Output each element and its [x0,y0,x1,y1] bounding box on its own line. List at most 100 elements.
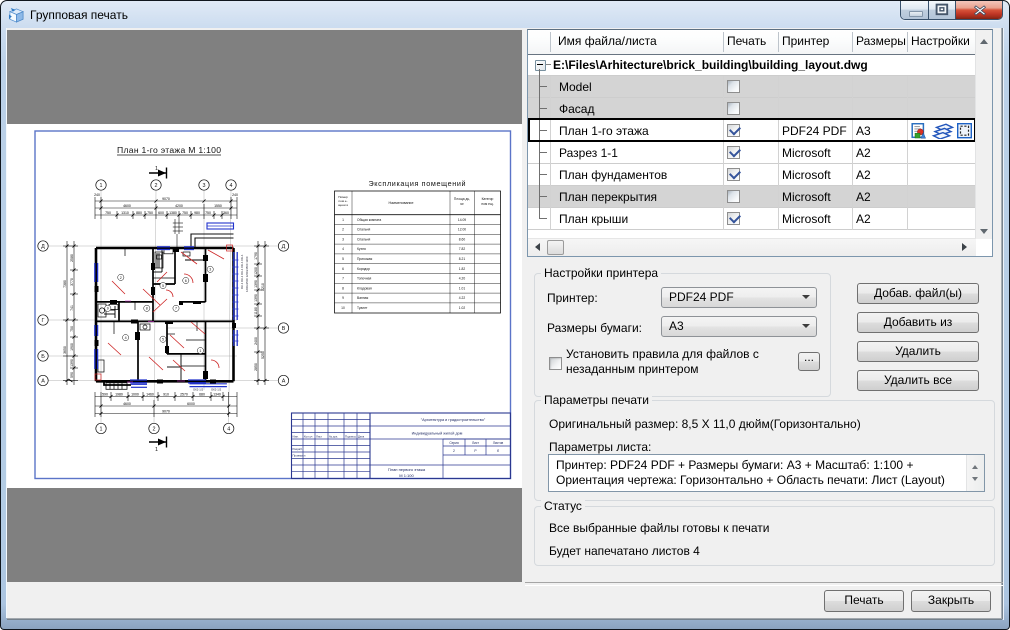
svg-text:1180: 1180 [254,307,258,315]
svg-text:1.02: 1.02 [459,306,466,310]
svg-text:1000: 1000 [131,393,139,397]
svg-text:6: 6 [185,279,187,283]
svg-text:9070: 9070 [162,197,170,201]
svg-text:1390: 1390 [254,294,258,302]
svg-text:12.00: 12.00 [458,228,466,232]
svg-text:1390: 1390 [254,280,258,288]
svg-text:Д: Д [282,244,286,250]
svg-text:4: 4 [342,247,344,251]
svg-text:741: 741 [70,305,74,311]
svg-text:9070: 9070 [162,410,170,414]
svg-text:7: 7 [342,277,344,281]
svg-text:Проверил: Проверил [293,454,306,458]
svg-text:240: 240 [232,193,238,197]
svg-text:А: А [41,379,45,385]
svg-text:Лист: Лист [472,441,479,445]
svg-text:Туалет: Туалет [357,306,368,310]
svg-text:750: 750 [147,211,153,215]
svg-text:1310: 1310 [121,211,129,215]
svg-text:Площа дь,: Площа дь, [454,197,470,201]
svg-text:5250: 5250 [261,351,265,359]
svg-text:Кол.уч: Кол.уч [304,435,313,439]
svg-text:Лист: Лист [316,435,323,439]
svg-text:Кухня: Кухня [357,247,366,251]
svg-text:б: б [497,449,499,453]
svg-text:4.22: 4.22 [459,296,466,300]
svg-text:Категор: Категор [482,197,494,201]
svg-text:1380: 1380 [169,211,177,215]
svg-text:Г: Г [42,318,45,324]
svg-text:8.60: 8.60 [459,237,466,241]
svg-text:4200: 4200 [175,204,183,208]
svg-text:Листов: Листов [493,441,504,445]
svg-text:ОК-1 ОК-1 ОК-1 ОК-1 ОК-1: ОК-1 ОК-1 ОК-1 ОК-1 ОК-1 [240,254,244,289]
svg-text:Спальня: Спальня [357,237,370,241]
svg-text:4: 4 [227,427,230,433]
svg-text:1200: 1200 [254,267,258,275]
svg-text:590: 590 [70,372,74,378]
svg-text:2: 2 [153,427,156,433]
svg-text:1340: 1340 [213,393,221,397]
svg-text:ОК2-1/2: ОК2-1/2 [193,388,204,392]
svg-text:1.01: 1.01 [459,286,466,290]
svg-text:Кладовая: Кладовая [357,286,372,290]
svg-text:2: 2 [342,228,344,232]
svg-text:пом ещ.: пом ещ. [481,202,493,206]
svg-text:240: 240 [94,193,100,197]
svg-text:6000: 6000 [187,402,195,406]
svg-text:А: А [282,379,286,385]
svg-text:9: 9 [342,296,344,300]
svg-text:1790: 1790 [254,252,258,260]
svg-text:7: 7 [175,307,177,311]
svg-text:5: 5 [162,284,164,288]
svg-text:4600: 4600 [123,402,131,406]
svg-text:1550: 1550 [214,204,222,208]
svg-text:3770: 3770 [70,278,74,286]
svg-text:2580: 2580 [70,254,74,262]
svg-text:1.82: 1.82 [459,267,466,271]
svg-text:3650: 3650 [63,346,67,354]
svg-text:"Архитектура и градостроительс: "Архитектура и градостроительство" [421,418,486,422]
svg-text:1: 1 [100,427,103,433]
svg-text:Коридор: Коридор [357,267,370,271]
svg-text:Дата: Дата [358,435,365,439]
svg-text:1200х1500 1200х1500 1200: 1200х1500 1200х1500 1200 [245,256,249,292]
svg-text:9: 9 [107,307,109,311]
svg-text:Б: Б [41,354,45,360]
svg-text:2: 2 [120,276,122,280]
svg-text:8.21: 8.21 [459,257,466,261]
svg-text:Спальня: Спальня [357,228,370,232]
svg-text:750: 750 [205,211,211,215]
svg-text:7380: 7380 [63,280,67,288]
svg-text:2400: 2400 [254,337,258,345]
svg-text:6: 6 [342,267,344,271]
svg-text:1: 1 [342,218,344,222]
svg-text:2850: 2850 [254,363,258,371]
svg-text:Экспликация помещений: Экспликация помещений [369,179,466,188]
svg-text:Ванная: Ванная [357,296,369,300]
svg-text:1: 1 [155,447,158,453]
svg-text:Индивидуальный жилой дом: Индивидуальный жилой дом [412,432,463,436]
svg-text:3: 3 [203,183,206,189]
svg-text:щени я: щени я [338,203,349,207]
svg-text:Р: Р [474,449,477,453]
svg-text:680: 680 [199,393,205,397]
svg-text:360: 360 [223,211,229,215]
svg-text:590: 590 [102,393,108,397]
svg-text:Серия: Серия [449,441,459,445]
svg-text:14.09: 14.09 [458,218,466,222]
svg-text:1: 1 [155,166,158,172]
svg-text:910: 910 [163,393,169,397]
svg-text:План первого этажа: План первого этажа [388,467,426,472]
svg-text:Подпись: Подпись [345,435,357,439]
svg-text:5: 5 [342,257,344,261]
svg-text:Прихожая: Прихожая [357,257,372,261]
svg-text:8210: 8210 [261,283,265,291]
svg-text:880: 880 [136,211,142,215]
svg-text:4.20: 4.20 [459,277,466,281]
svg-text:2: 2 [453,449,455,453]
svg-text:1900: 1900 [70,343,74,351]
svg-text:2570: 2570 [180,393,188,397]
svg-text:4: 4 [230,183,233,189]
svg-text:ОК2-1/2: ОК2-1/2 [211,388,222,392]
